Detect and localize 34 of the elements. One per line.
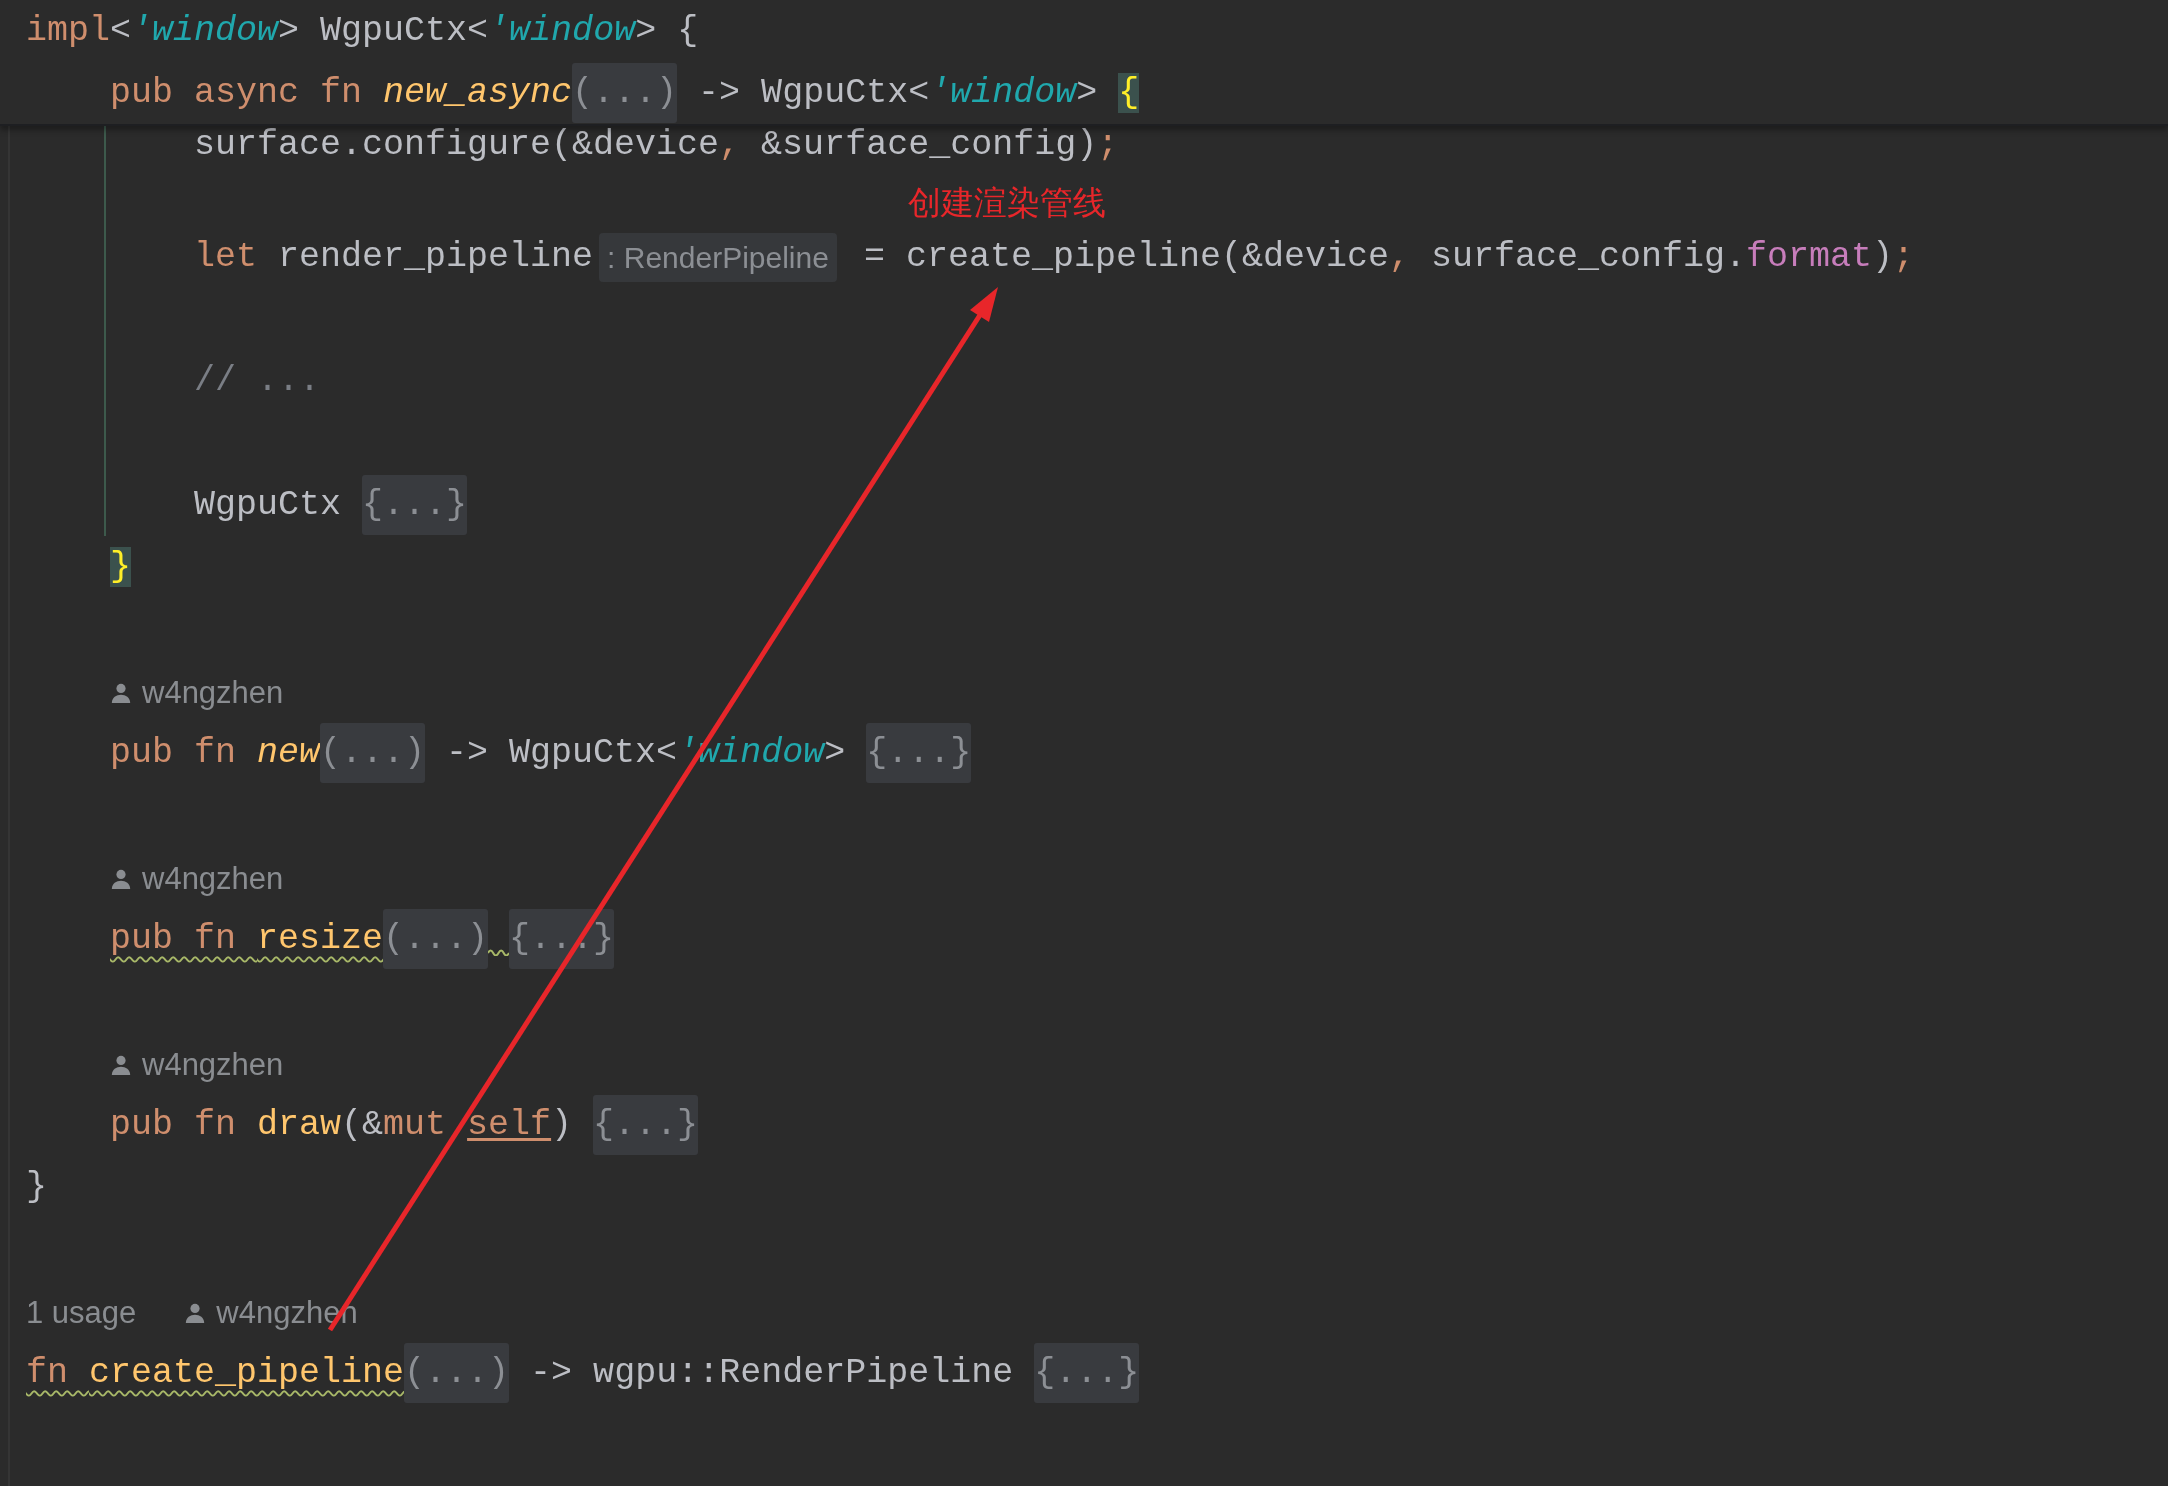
folded-code[interactable]: (...) bbox=[383, 908, 489, 970]
type-hint: : RenderPipeline bbox=[599, 232, 837, 282]
warning-squiggle bbox=[488, 948, 510, 956]
folded-code[interactable]: {...} bbox=[866, 722, 972, 784]
author-hint[interactable]: w4ngzhen bbox=[142, 855, 284, 902]
code-text: pub fn new bbox=[110, 731, 321, 775]
code-text: } bbox=[110, 545, 131, 589]
folded-code[interactable]: {...} bbox=[593, 1094, 699, 1156]
code-text: // ... bbox=[194, 359, 321, 403]
code-text: pub fn draw(&mut self) bbox=[110, 1103, 574, 1147]
code-text: = create_pipeline(&device, surface_config.format); bbox=[862, 235, 1915, 279]
user-icon bbox=[184, 1301, 207, 1324]
code-text: surface.configure(&device, &surface_config); bbox=[194, 126, 1119, 167]
user-icon bbox=[110, 867, 132, 890]
folded-code[interactable]: (...) bbox=[404, 1342, 510, 1404]
code-text: WgpuCtx bbox=[194, 483, 343, 527]
code-text: pub fn resize bbox=[110, 917, 384, 961]
author-hint[interactable]: w4ngzhen bbox=[142, 669, 284, 716]
annotation-label: 创建渲染管线 bbox=[908, 183, 1106, 223]
code-text: fn create_pipeline bbox=[26, 1351, 405, 1395]
code-text: let render_pipeline bbox=[194, 235, 594, 279]
usage-hint[interactable]: 1 usage bbox=[26, 1289, 137, 1336]
code-text: -> wgpu::RenderPipeline bbox=[529, 1351, 1015, 1395]
folded-code[interactable]: {...} bbox=[362, 474, 468, 536]
code-text: pub async fn new_async bbox=[110, 71, 573, 115]
folded-code[interactable]: (...) bbox=[320, 722, 426, 784]
code-text: impl<'window> WgpuCtx<'window> { bbox=[26, 9, 699, 53]
code-text: } bbox=[26, 1165, 47, 1209]
code-text: -> WgpuCtx<'window> { bbox=[697, 71, 1140, 115]
user-icon bbox=[110, 1053, 132, 1076]
author-hint[interactable]: w4ngzhen bbox=[142, 1041, 284, 1088]
folded-code[interactable]: (...) bbox=[572, 62, 678, 124]
folded-code[interactable]: {...} bbox=[1034, 1342, 1140, 1404]
user-icon bbox=[110, 681, 132, 704]
